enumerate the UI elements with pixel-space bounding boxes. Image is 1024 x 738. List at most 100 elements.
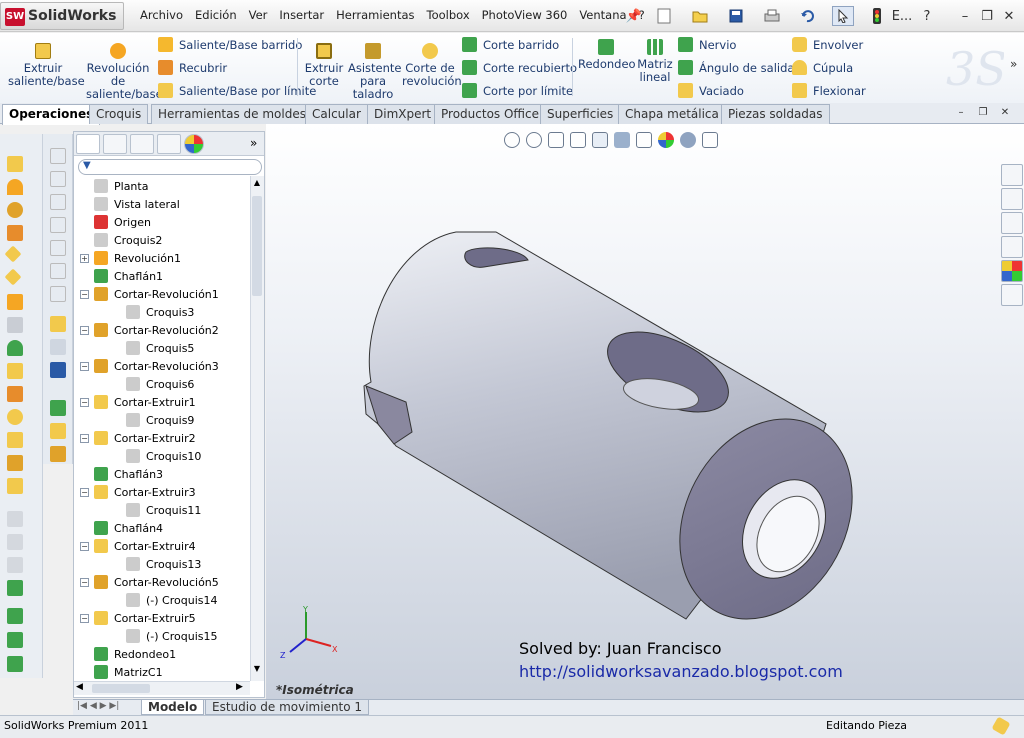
dome-tool-icon[interactable] [7,455,23,471]
plane-tool-icon[interactable] [7,294,23,310]
sweep-button[interactable]: Saliente/Base barrido [158,37,302,52]
expand-toggle-icon[interactable]: + [80,253,89,263]
smart-dimension-icon[interactable] [50,339,66,355]
tree-item[interactable]: Redondeo1 [80,645,176,663]
menu-ventana[interactable]: Ventana [573,6,632,26]
tab-superficies[interactable]: Superficies [540,104,621,124]
scroll-left-icon[interactable]: ◀ [76,682,83,692]
flex-button[interactable]: Flexionar [792,83,866,98]
tab-nav-arrows-icon[interactable]: |◀ ◀ ▶ ▶| [77,701,119,711]
display-manager-tab-icon[interactable] [184,134,204,154]
tab-dimxpert[interactable]: DimXpert [367,104,439,124]
expand-toggle-icon[interactable]: − [80,577,89,587]
configuration-tab-icon[interactable] [130,134,154,154]
tree-item[interactable]: MatrizC1 [80,663,163,681]
tree-item[interactable]: − Cortar-Extruir2 [80,429,196,447]
part-model[interactable] [266,124,1024,700]
menu-archivo[interactable]: Archivo [134,6,189,26]
view-cube-icon[interactable] [50,148,66,164]
curve-tool-icon[interactable] [7,511,23,527]
tree-item[interactable]: Planta [80,177,148,195]
menu-photoview[interactable]: PhotoView 360 [476,6,574,26]
scroll-thumb[interactable] [252,196,262,296]
boundary-boss-button[interactable]: Saliente/Base por límite [158,83,316,98]
instant3d-tool-icon[interactable] [7,656,23,672]
move-body-tool-icon[interactable] [7,580,23,596]
view-cube-icon[interactable] [50,171,66,187]
menu-ver[interactable]: Ver [243,6,274,26]
tree-item[interactable]: − Cortar-Extruir1 [80,393,196,411]
appearances-icon[interactable] [1001,260,1023,282]
boundary-tool-icon[interactable] [4,245,22,263]
view-cube-icon[interactable] [50,217,66,233]
h-scroll-thumb[interactable] [92,684,150,693]
print-icon[interactable] [760,6,784,26]
wrap-button[interactable]: Envolver [792,37,863,52]
tree-item[interactable]: − Cortar-Extruir3 [80,483,196,501]
tab-operaciones[interactable]: Operaciones [2,104,101,125]
select-arrow-icon[interactable] [832,6,854,26]
dome-button[interactable]: Cúpula [792,60,853,75]
split-tool-icon[interactable] [7,534,23,550]
cut-tool-icon[interactable] [7,317,23,333]
sketch-tool-icon[interactable] [50,316,66,332]
tree-item[interactable]: Croquis13 [112,555,201,573]
tree-item[interactable]: + Revolución1 [80,249,181,267]
new-document-icon[interactable] [652,6,676,26]
view-cube-icon[interactable] [50,263,66,279]
tree-item[interactable]: − Cortar-Extruir5 [80,609,196,627]
scroll-down-icon[interactable]: ▼ [252,664,262,676]
expand-toggle-icon[interactable]: − [80,289,89,299]
tree-item[interactable]: Origen [80,213,151,231]
fillet-button[interactable]: Redondeo [578,39,636,71]
expand-toggle-icon[interactable]: − [80,397,89,407]
tree-vertical-scrollbar[interactable]: ▲ ▼ [250,176,264,681]
tree-item[interactable]: Croquis6 [112,375,194,393]
expand-toggle-icon[interactable]: − [80,361,89,371]
ribbon-expand-icon[interactable]: » [1010,57,1017,71]
draft-tool-icon[interactable] [7,432,23,448]
tree-item[interactable]: Vista lateral [80,195,180,213]
cut-loft-button[interactable]: Corte recubierto [462,60,577,75]
extrude-tool-icon[interactable] [7,156,23,172]
doc-restore-icon[interactable]: ❐ [976,107,990,119]
rib-tool-icon[interactable] [7,386,23,402]
shell-tool-icon[interactable] [7,363,23,379]
menu-toolbox[interactable]: Toolbox [421,6,476,26]
combine-tool-icon[interactable] [7,557,23,573]
linear-pattern-button[interactable]: Matriz lineal [636,39,674,84]
tree-item[interactable]: Croquis10 [112,447,201,465]
tree-item[interactable]: − Cortar-Revolución3 [80,357,219,375]
doc-close-icon[interactable]: ✕ [998,107,1012,119]
design-library-icon[interactable] [1001,188,1023,210]
view-cube-icon[interactable] [50,194,66,210]
expand-toggle-icon[interactable]: − [80,613,89,623]
doc-minimize-icon[interactable]: – [954,107,968,119]
file-explorer-icon[interactable] [1001,212,1023,234]
reference-tool-icon[interactable] [7,608,23,624]
assembly-icon[interactable] [50,400,66,416]
view-cube-icon[interactable] [50,240,66,256]
panel-expand-icon[interactable]: » [250,136,257,150]
tab-croquis[interactable]: Croquis [89,104,149,124]
home-icon[interactable] [1001,164,1023,186]
tab-herramientas-moldes[interactable]: Herramientas de moldes [151,104,313,124]
window-close-icon[interactable]: ✕ [1002,6,1016,26]
shell-button[interactable]: Vaciado [678,83,744,98]
tree-item[interactable]: Croquis3 [112,303,194,321]
solidworks-logo[interactable]: SW SolidWorks [0,2,124,30]
rib-button[interactable]: Nervio [678,37,736,52]
save-icon[interactable] [724,6,748,26]
tag-icon[interactable] [991,716,1011,736]
tree-item[interactable]: − Cortar-Revolución5 [80,573,219,591]
flex-tool-icon[interactable] [7,478,23,494]
component-icon[interactable] [50,423,66,439]
hole-wizard-button[interactable]: Asistente para taladro [348,43,402,101]
undo-icon[interactable] [796,6,820,26]
pin-icon[interactable]: 📌 [626,6,642,26]
open-folder-icon[interactable] [688,6,712,26]
menu-herramientas[interactable]: Herramientas [330,6,420,26]
expand-toggle-icon[interactable]: − [80,325,89,335]
mate-icon[interactable] [50,446,66,462]
more-options[interactable]: E... [892,6,913,26]
